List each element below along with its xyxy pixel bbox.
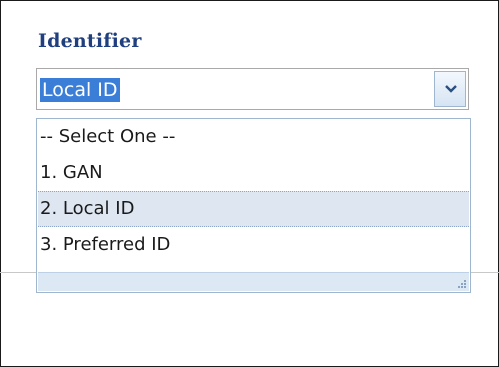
dropdown-footer	[38, 272, 469, 291]
dropdown-button[interactable]	[434, 71, 466, 107]
option-gan[interactable]: 1. GAN	[38, 155, 469, 191]
identifier-label: Identifier	[38, 30, 142, 52]
chevron-down-icon	[445, 85, 457, 93]
option-select-one[interactable]: -- Select One --	[38, 119, 469, 155]
identifier-combobox[interactable]: Local ID	[36, 68, 469, 110]
option-preferred-id[interactable]: 3. Preferred ID	[38, 227, 469, 263]
identifier-dropdown-list: -- Select One -- 1. GAN 2. Local ID 3. P…	[36, 118, 471, 293]
resize-grip-icon[interactable]	[458, 280, 466, 288]
combobox-value[interactable]: Local ID	[40, 78, 120, 102]
option-local-id[interactable]: 2. Local ID	[38, 191, 469, 227]
